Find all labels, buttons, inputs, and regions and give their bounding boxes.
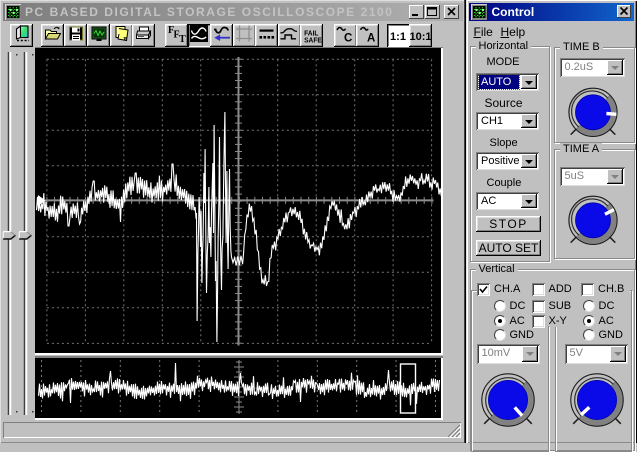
- svg-text:A: A: [367, 32, 375, 43]
- svg-text:C: C: [344, 32, 352, 43]
- svg-text:T: T: [179, 34, 186, 43]
